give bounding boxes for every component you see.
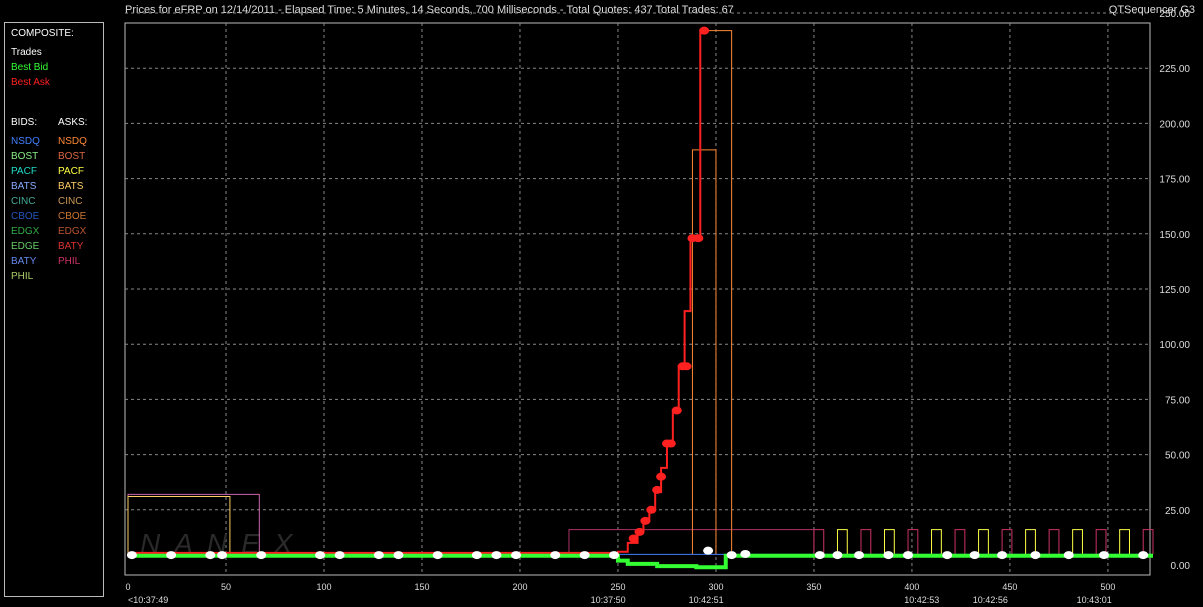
- trade-point: [726, 551, 737, 560]
- trade-point: [256, 551, 267, 560]
- trade-point: [628, 534, 639, 543]
- trade-point: [942, 551, 953, 560]
- x-tick-label: 400: [904, 582, 919, 592]
- series-group: [126, 26, 1153, 570]
- y-tick-label: 75.00: [1165, 395, 1190, 406]
- trade-point: [656, 472, 667, 481]
- time-label: 10:43:01: [1077, 595, 1112, 605]
- x-tick-label: 350: [806, 582, 821, 592]
- x-tick-label: 50: [221, 582, 231, 592]
- trade-point: [126, 551, 137, 560]
- series-line-best-ask: [128, 29, 707, 554]
- trade-point: [511, 551, 522, 560]
- y-tick-label: 50.00: [1165, 451, 1190, 462]
- trade-point: [693, 234, 704, 243]
- trade-point: [740, 549, 751, 558]
- trade-point: [550, 551, 561, 560]
- quote-step-right: [1025, 529, 1036, 554]
- quote-step-right: [813, 529, 825, 554]
- plot-frame: [124, 22, 1151, 576]
- trade-point: [1030, 551, 1041, 560]
- y-tick-label: 150.00: [1159, 230, 1190, 241]
- trade-point: [832, 551, 843, 560]
- trade-point: [703, 546, 714, 555]
- ask-step-top: [706, 30, 733, 554]
- x-tick-label: 500: [1100, 582, 1115, 592]
- quote-step-right: [884, 529, 895, 554]
- quote-step-right: [1095, 529, 1107, 554]
- trade-point: [969, 551, 980, 560]
- quote-step-right: [1142, 529, 1154, 554]
- quote-step-right: [860, 529, 872, 554]
- x-tick-label: 250: [610, 582, 625, 592]
- quote-step-right: [1072, 529, 1083, 554]
- trade-point: [883, 551, 894, 560]
- trade-point: [665, 439, 676, 448]
- quote-step-right: [836, 529, 848, 554]
- trade-point: [393, 551, 404, 560]
- quote-step-right: [1119, 529, 1130, 554]
- trade-point: [432, 551, 443, 560]
- trade-point: [997, 551, 1008, 560]
- trade-point: [166, 551, 177, 560]
- trade-point: [681, 362, 692, 371]
- time-label: <10:37:49: [128, 595, 168, 605]
- x-tick-label: 150: [414, 582, 429, 592]
- trade-point: [854, 551, 865, 560]
- x-tick-label: 200: [512, 582, 527, 592]
- y-tick-label: 250.00: [1159, 9, 1190, 20]
- price-chart: NANEX 0.0025.0050.0075.00100.00125.00150…: [124, 9, 1190, 605]
- trade-point: [646, 505, 657, 514]
- quote-step-right: [978, 529, 989, 554]
- trade-point: [671, 406, 682, 415]
- trade-point: [315, 551, 326, 560]
- trade-point: [579, 551, 590, 560]
- x-tick-label: 0: [125, 582, 130, 592]
- grid-lines: [125, 12, 1150, 575]
- x-tick-label: 450: [1002, 582, 1017, 592]
- trade-point: [652, 485, 663, 494]
- y-tick-label: 25.00: [1165, 506, 1190, 517]
- y-tick-label: 225.00: [1159, 64, 1190, 75]
- x-tick-label: 100: [316, 582, 331, 592]
- quote-step-mid: [568, 529, 815, 554]
- exchange-quote-lines: [127, 30, 1154, 555]
- trade-point: [1063, 551, 1074, 560]
- trade-point: [814, 551, 825, 560]
- trade-point: [640, 516, 651, 525]
- y-tick-label: 200.00: [1159, 119, 1190, 130]
- trade-point: [609, 551, 620, 560]
- trade-point: [373, 551, 384, 560]
- time-label: 10:42:53: [904, 595, 939, 605]
- time-label: 10:42:51: [689, 595, 724, 605]
- quote-step-right: [1048, 529, 1060, 554]
- trade-point: [471, 551, 482, 560]
- y-tick-label: 175.00: [1159, 175, 1190, 186]
- trade-point: [491, 551, 502, 560]
- axis-labels: 0.00 25.00 50.00 75.00 100.00 125.00 150.00 175…: [125, 9, 1190, 605]
- trade-point: [699, 26, 710, 35]
- quote-step-right: [954, 529, 966, 554]
- x-tick-label: 300: [708, 582, 723, 592]
- y-tick-label: 0.00: [1171, 561, 1191, 572]
- time-label: 10:37:50: [591, 595, 626, 605]
- quote-step-right: [907, 529, 919, 554]
- y-tick-label: 100.00: [1159, 340, 1190, 351]
- trade-point: [1099, 551, 1110, 560]
- time-label: 10:42:56: [973, 595, 1008, 605]
- ask-step-upper: [691, 149, 717, 554]
- trade-point: [903, 551, 914, 560]
- trade-point: [217, 551, 228, 560]
- quote-step-right: [931, 529, 942, 554]
- y-tick-label: 125.00: [1159, 285, 1190, 296]
- trade-point: [1138, 551, 1149, 560]
- trade-point: [205, 551, 216, 560]
- trade-point: [334, 551, 345, 560]
- trade-point: [634, 527, 645, 536]
